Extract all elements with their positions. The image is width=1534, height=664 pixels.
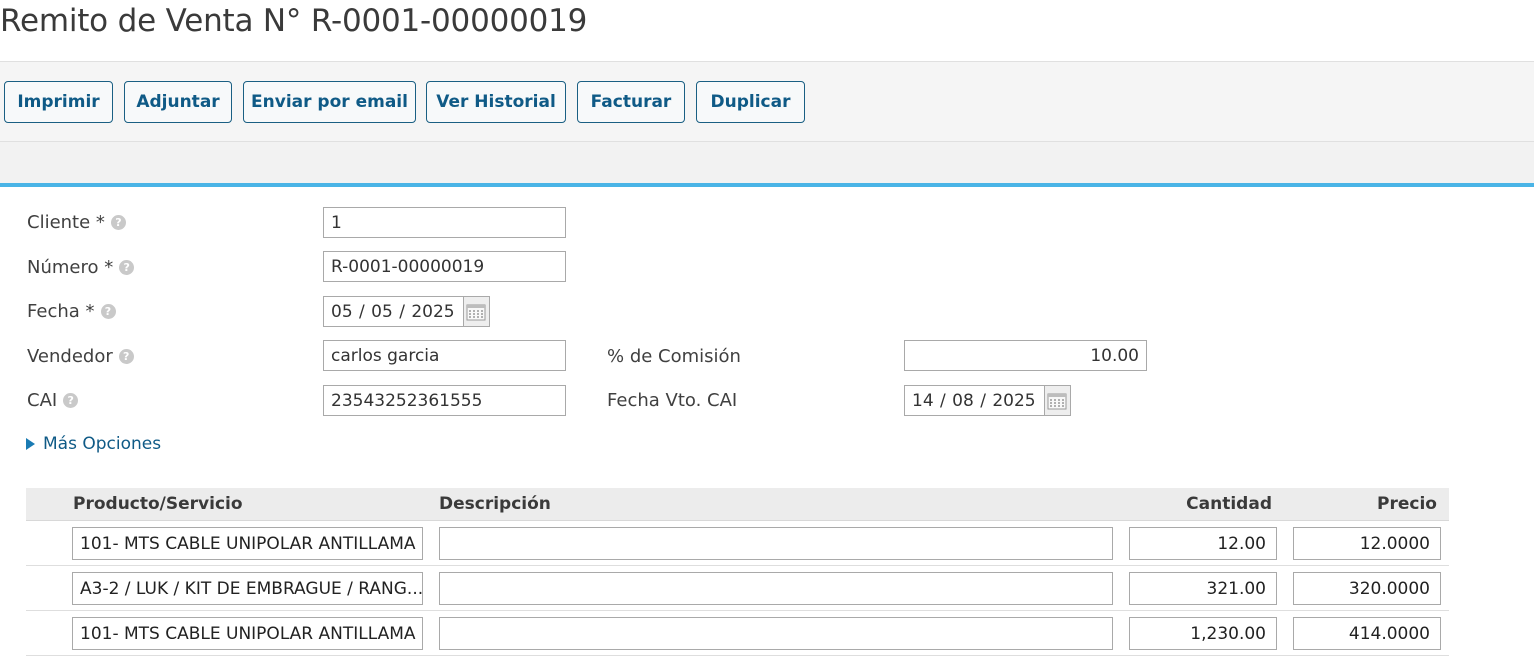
toolbar: Imprimir Adjuntar Enviar por email Ver H… — [0, 61, 1534, 142]
comision-field[interactable]: 10.00 — [904, 340, 1147, 371]
numero-label-text: Número * — [27, 256, 114, 278]
help-circle-icon[interactable]: ? — [119, 259, 135, 275]
subheader-bar — [0, 142, 1534, 183]
column-precio: Precio — [1377, 494, 1437, 514]
cai-label-text: CAI — [27, 389, 58, 411]
cantidad-cell[interactable]: 12.00 — [1129, 527, 1277, 560]
more-options-link[interactable]: Más Opciones — [26, 434, 161, 454]
calendar-icon[interactable] — [1043, 386, 1070, 415]
accent-divider — [0, 183, 1534, 187]
descripcion-cell[interactable] — [439, 617, 1113, 650]
fecha-vto-cai-value[interactable]: 14 / 08 / 2025 — [905, 391, 1044, 411]
items-table-header: Producto/Servicio Descripción Cantidad P… — [26, 488, 1449, 521]
page: Remito de Venta N° R-0001-00000019 Impri… — [0, 0, 1534, 664]
help-circle-icon[interactable]: ? — [100, 303, 116, 319]
cliente-label-text: Cliente * — [27, 211, 105, 233]
table-row: A3-2 / LUK / KIT DE EMBRAGUE / RANG... 3… — [26, 566, 1449, 611]
column-producto: Producto/Servicio — [73, 494, 243, 514]
fecha-vto-cai-label: Fecha Vto. CAI — [607, 389, 738, 411]
vendedor-label: Vendedor ? — [27, 344, 134, 368]
cliente-label: Cliente * ? — [27, 210, 126, 234]
numero-label: Número * ? — [27, 255, 135, 279]
vendedor-field[interactable]: carlos garcia — [323, 340, 566, 371]
print-button[interactable]: Imprimir — [4, 81, 113, 123]
view-history-button[interactable]: Ver Historial — [426, 81, 566, 123]
table-row: 101- MTS CABLE UNIPOLAR ANTILLAMA 1,230.… — [26, 611, 1449, 656]
cantidad-cell[interactable]: 321.00 — [1129, 572, 1277, 605]
more-options-label[interactable]: Más Opciones — [43, 434, 161, 454]
comision-label: % de Comisión — [607, 345, 741, 367]
table-row: 101- MTS CABLE UNIPOLAR ANTILLAMA 12.00 … — [26, 521, 1449, 566]
precio-cell[interactable]: 12.0000 — [1293, 527, 1441, 560]
cliente-field[interactable]: 1 — [323, 207, 566, 238]
fecha-vto-cai-date-input[interactable]: 14 / 08 / 2025 — [904, 385, 1071, 416]
send-email-button[interactable]: Enviar por email — [243, 81, 416, 123]
descripcion-cell[interactable] — [439, 572, 1113, 605]
cai-field[interactable]: 23543252361555 — [323, 385, 566, 416]
fecha-date-input[interactable]: 05 / 05 / 2025 — [323, 296, 490, 327]
fecha-value[interactable]: 05 / 05 / 2025 — [324, 302, 463, 322]
invoice-button[interactable]: Facturar — [577, 81, 685, 123]
help-circle-icon[interactable]: ? — [110, 214, 126, 230]
fecha-label: Fecha * ? — [27, 299, 116, 323]
help-circle-icon[interactable]: ? — [63, 392, 79, 408]
calendar-icon[interactable] — [462, 297, 489, 326]
column-descripcion: Descripción — [439, 494, 551, 514]
descripcion-cell[interactable] — [439, 527, 1113, 560]
attach-button[interactable]: Adjuntar — [124, 81, 232, 123]
producto-cell[interactable]: A3-2 / LUK / KIT DE EMBRAGUE / RANG... — [72, 572, 423, 605]
cai-label: CAI ? — [27, 388, 79, 412]
fecha-label-text: Fecha * — [27, 300, 95, 322]
help-circle-icon[interactable]: ? — [118, 348, 134, 364]
triangle-right-icon[interactable] — [26, 438, 35, 450]
page-title: Remito de Venta N° R-0001-00000019 — [0, 3, 588, 39]
cantidad-cell[interactable]: 1,230.00 — [1129, 617, 1277, 650]
column-cantidad: Cantidad — [1186, 494, 1272, 514]
duplicate-button[interactable]: Duplicar — [696, 81, 805, 123]
precio-cell[interactable]: 320.0000 — [1293, 572, 1441, 605]
vendedor-label-text: Vendedor — [27, 345, 113, 367]
numero-field[interactable]: R-0001-00000019 — [323, 251, 566, 282]
precio-cell[interactable]: 414.0000 — [1293, 617, 1441, 650]
producto-cell[interactable]: 101- MTS CABLE UNIPOLAR ANTILLAMA — [72, 527, 423, 560]
producto-cell[interactable]: 101- MTS CABLE UNIPOLAR ANTILLAMA — [72, 617, 423, 650]
